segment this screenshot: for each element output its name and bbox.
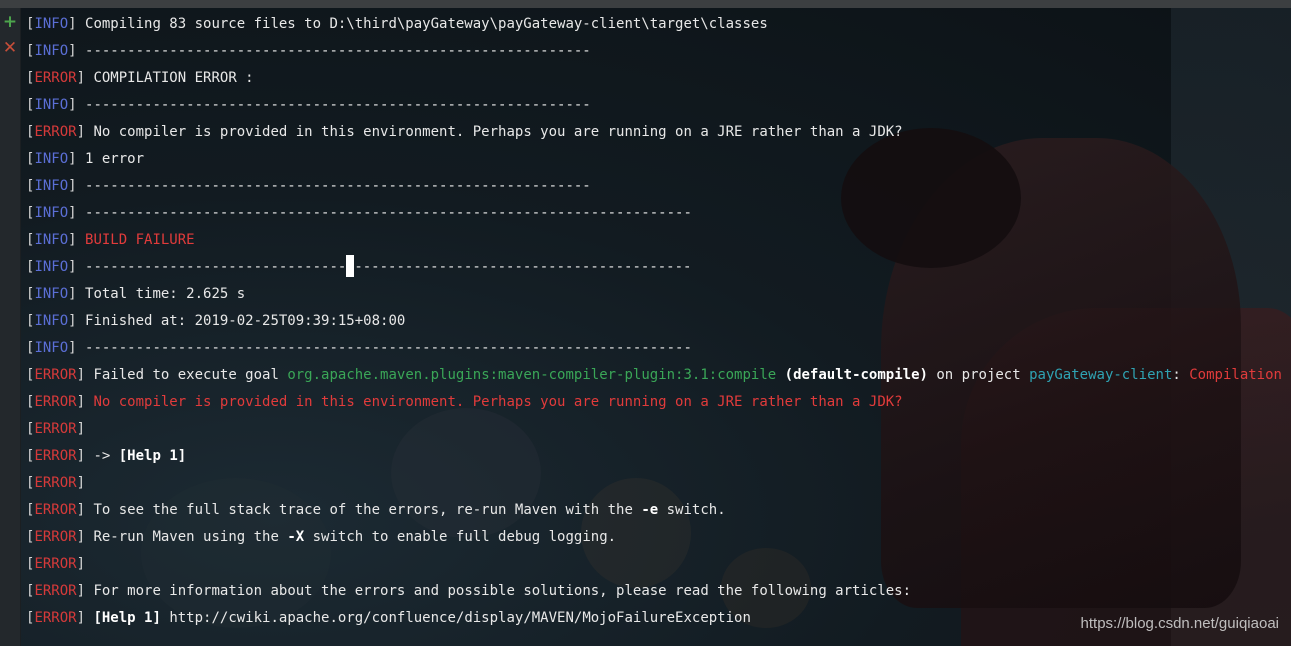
level-tag: INFO (34, 259, 69, 275)
console-line: [INFO] ---------------------------------… (26, 254, 1291, 281)
window-top-strip (0, 0, 1291, 8)
level-tag: INFO (34, 97, 69, 113)
console-line: [ERROR] COMPILATION ERROR : (26, 70, 254, 86)
console-output[interactable]: [INFO] Compiling 83 source files to D:\t… (26, 11, 1291, 632)
separator-text: ----------------------------------------… (85, 340, 692, 356)
level-tag: ERROR (34, 475, 77, 491)
separator-text: ----------------------------------------… (85, 43, 591, 59)
console-line: [ERROR] (26, 475, 86, 491)
level-tag: INFO (34, 178, 69, 194)
line-text: Re-run Maven using the (93, 529, 288, 545)
level-tag: INFO (34, 232, 69, 248)
console-line: [INFO] ---------------------------------… (26, 340, 692, 356)
line-text: For more information about the errors an… (93, 583, 912, 599)
console-line: [INFO] Finished at: 2019-02-25T09:39:15+… (26, 313, 406, 329)
error-message: No compiler is provided in this environm… (93, 394, 903, 410)
goal-link[interactable]: org.apache.maven.plugins:maven-compiler-… (287, 367, 776, 383)
line-text: 1 error (85, 151, 145, 167)
console-line: [INFO] BUILD FAILURE (26, 232, 195, 248)
level-tag: INFO (34, 286, 69, 302)
level-tag: INFO (34, 151, 69, 167)
console-toolbar: + ✕ (0, 8, 21, 646)
level-tag: ERROR (34, 70, 77, 86)
close-icon[interactable]: ✕ (0, 36, 20, 60)
cli-flag: -e (641, 502, 659, 518)
help-reference: [Help 1] (93, 610, 161, 626)
separator-text: ---------------------------------------- (354, 259, 692, 275)
separator-text: ----------------------------------------… (85, 97, 591, 113)
console-line: [INFO] ---------------------------------… (26, 205, 692, 221)
line-text: Compiling 83 source files to D:\third\pa… (85, 16, 768, 32)
console-line: [INFO] ---------------------------------… (26, 97, 591, 113)
separator-text: ----------------------------------------… (85, 178, 591, 194)
level-tag: ERROR (34, 529, 77, 545)
level-tag: ERROR (34, 610, 77, 626)
line-text: Failed to execute goal (93, 367, 288, 383)
console-line: [ERROR] For more information about the e… (26, 583, 912, 599)
console-line: [INFO] Total time: 2.625 s (26, 286, 246, 302)
failure-text: Compilation failure (1189, 367, 1291, 383)
line-text: switch. (658, 502, 726, 518)
separator-text: ------------------------------- (85, 259, 347, 275)
level-tag: ERROR (34, 367, 77, 383)
line-text: Finished at: 2019-02-25T09:39:15+08:00 (85, 313, 406, 329)
add-icon[interactable]: + (0, 10, 20, 34)
help-reference: [Help 1] (118, 448, 187, 464)
line-text: : (1172, 367, 1190, 383)
level-tag: INFO (34, 16, 69, 32)
level-tag: ERROR (34, 556, 77, 572)
cli-flag: -X (287, 529, 305, 545)
help-url-link[interactable]: http://cwiki.apache.org/confluence/displ… (161, 610, 751, 626)
line-text: -> (93, 448, 119, 464)
console-line: [ERROR] Re-run Maven using the -X switch… (26, 529, 617, 545)
separator-text: ----------------------------------------… (85, 205, 692, 221)
console-line: [INFO] Compiling 83 source files to D:\t… (26, 16, 768, 32)
console-line: [INFO] ---------------------------------… (26, 43, 591, 59)
level-tag: ERROR (34, 421, 77, 437)
console-line: [ERROR] No compiler is provided in this … (26, 394, 903, 410)
console-line: [INFO] ---------------------------------… (26, 178, 591, 194)
console-line: [ERROR] To see the full stack trace of t… (26, 502, 726, 518)
line-text: on project (927, 367, 1030, 383)
level-tag: INFO (34, 340, 69, 356)
line-text: No compiler is provided in this environm… (93, 124, 903, 140)
project-name: payGateway-client (1029, 367, 1173, 383)
level-tag: INFO (34, 43, 69, 59)
line-text: switch to enable full debug logging. (304, 529, 617, 545)
console-line: [ERROR] No compiler is provided in this … (26, 124, 903, 140)
level-tag: ERROR (34, 448, 77, 464)
console-line: [ERROR] Failed to execute goal org.apach… (26, 362, 1291, 389)
level-tag: INFO (34, 205, 69, 221)
level-tag: ERROR (34, 502, 77, 518)
build-failure-text: BUILD FAILURE (85, 232, 195, 248)
console-line: [ERROR] (26, 556, 86, 572)
level-tag: ERROR (34, 124, 77, 140)
line-text: Total time: 2.625 s (85, 286, 246, 302)
level-tag: ERROR (34, 394, 77, 410)
execution-id: (default-compile) (784, 367, 928, 383)
watermark: https://blog.csdn.net/guiqiaoai (1080, 615, 1279, 632)
line-text: COMPILATION ERROR : (93, 70, 254, 86)
console-line: [ERROR] -> [Help 1] (26, 448, 187, 464)
console-line: [ERROR] (26, 421, 86, 437)
level-tag: ERROR (34, 583, 77, 599)
console-line: [INFO] 1 error (26, 151, 145, 167)
line-text: To see the full stack trace of the error… (93, 502, 642, 518)
level-tag: INFO (34, 313, 69, 329)
